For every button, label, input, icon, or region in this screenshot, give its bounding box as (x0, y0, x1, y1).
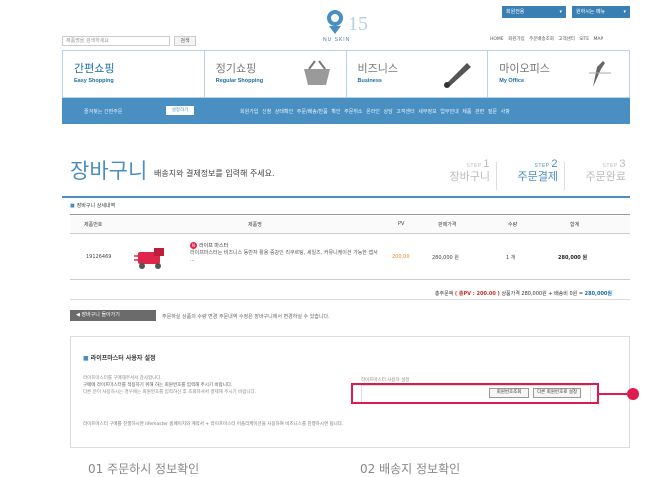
arrow-left-icon: ◀ (76, 312, 80, 318)
title-divider (62, 196, 630, 198)
col-header-total: 합계 (570, 222, 580, 228)
step-name: 장바구니 (449, 170, 490, 183)
col-header-price: 판매가격 (438, 222, 457, 228)
settings-footer: 라이프마스터 구매를 진행하시면 lifemaster 홈페이지와 계약서 + … (83, 422, 344, 427)
member-select-label: 회원전용 (506, 9, 525, 15)
menu-select[interactable]: 원하시는 메뉴 ▾ (572, 6, 630, 18)
settings-desc-line: 라이프마스터를 구매해주셔서 감사합니다. (83, 376, 162, 381)
table-row: 19126469 N 라이프 마스터 라이프마스터는 비즈니스 동반자 활용 증강… (70, 234, 630, 280)
summary-total: 280,000원 (584, 291, 612, 297)
pencil-icon (589, 61, 611, 87)
summary-price: 상품가격 280,000원 + 배송비 0원 = (501, 291, 584, 297)
search-button[interactable]: 검색 (174, 36, 196, 46)
menu-business[interactable]: 비즈니스 Business (347, 51, 489, 97)
chevron-down-icon: ▾ (623, 9, 626, 15)
quick-order-button[interactable]: 설정하기 (166, 106, 194, 115)
page-subtitle: 배송지와 결제정보를 입력해 주세요. (154, 169, 275, 178)
menu-label: 간편쇼핑 (74, 62, 115, 75)
col-header-pv: PV (398, 221, 405, 227)
basket-icon (303, 60, 330, 85)
menu-easy-shopping[interactable]: 간편쇼핑 Easy Shopping (63, 51, 205, 97)
step-2: STEP 2 주문결제 (498, 158, 558, 184)
section-label: ■ 장바구니 상세내역 (70, 202, 115, 209)
pen-icon (444, 63, 472, 88)
product-image[interactable] (130, 240, 172, 272)
bullet-icon: ■ (70, 203, 75, 209)
utility-links[interactable]: HOME 회원가입 주문배송조회 고객센터 SITE MAP (490, 36, 603, 42)
step-name: 주문결제 (517, 170, 558, 183)
logo-text: NU SKIN (323, 37, 351, 43)
highlight-box (351, 383, 599, 404)
settings-title-text: 라이프마스터 사용자 설정 (90, 355, 156, 362)
product-name-cell: N 라이프 마스터 라이프마스터는 비즈니스 동반자 활용 증강인 리쿠르팅, 세… (190, 242, 380, 264)
product-price: 280,000 원 (432, 255, 459, 261)
menu-my-office[interactable]: 마이오피스 My Office (488, 51, 629, 97)
product-code: 19126469 (86, 254, 112, 260)
menu-select-label: 원하시는 메뉴 (576, 9, 606, 15)
cart-table-header: 제품번호 제품명 PV 판매가격 수량 합계 (70, 214, 630, 234)
sub-nav: 즐겨찾는 간편주문 설정하기 회원가입 신청 상태확인 주문/배송/반품 확인 … (62, 98, 630, 124)
top-bar: 제품명을 검색하세요 검색 15 NU SKIN 회원전용 ▾ 원하시는 메뉴 … (0, 0, 654, 50)
col-header-qty: 수량 (508, 222, 518, 228)
step-divider (496, 162, 497, 190)
product-pv: 200.00 (392, 254, 410, 260)
settings-desc-line: 다른 분이 사용하시는 경우에는 회원번호를 입력하신 후 조회하셔서 결제해 … (83, 390, 257, 395)
chevron-down-icon: ▾ (559, 9, 562, 15)
new-badge: N (190, 242, 197, 249)
page-title: 장바구니 (70, 159, 148, 183)
summary-prefix: 총주문액 (434, 291, 454, 297)
bullet-icon: ■ (83, 355, 89, 362)
product-total: 280,000 원 (558, 255, 588, 261)
summary-text: 총주문액 ( 총PV : 200.00 ) 상품가격 280,000원 + 배송… (435, 290, 612, 297)
back-to-cart-button[interactable]: ◀ 장바구니 돌아가기 (70, 310, 156, 321)
col-header-name: 제품명 (248, 222, 262, 228)
sub-nav-links[interactable]: 회원가입 신청 상태확인 주문/배송/반품 확인 주문취소 온라인 상담 고객센… (240, 108, 510, 115)
back-note: 주문하실 상품의 수량 변경 주문내역 수정은 장바구니에서 변경하실 수 있습… (162, 314, 330, 320)
section-label-text: 장바구니 상세내역 (76, 203, 116, 209)
search-input[interactable]: 제품명을 검색하세요 (62, 36, 170, 46)
col-header-code: 제품번호 (84, 222, 103, 228)
settings-description: 라이프마스터를 구매해주셔서 감사합니다. 구매에 라이프마스터를 적용하기 위… (83, 375, 343, 396)
section-shipping-info: 02 배송지 정보확인 (360, 462, 461, 476)
summary-pv: ( 총PV : 200.00 ) (454, 291, 500, 297)
product-qty: 1 개 (506, 255, 516, 261)
order-steps: STEP 1 장바구니 STEP 2 주문결제 STEP 3 주문완료 (430, 158, 630, 194)
back-to-cart-label: 장바구니 돌아가기 (81, 312, 120, 318)
product-name[interactable]: 라이프 마스터 (199, 243, 228, 249)
step-name: 주문완료 (585, 170, 626, 183)
order-summary: 총주문액 ( 총PV : 200.00 ) 상품가격 280,000원 + 배송… (70, 286, 630, 300)
step-1: STEP 1 장바구니 (430, 158, 490, 184)
menu-regular-shopping[interactable]: 정기쇼핑 Regular Shopping (205, 51, 347, 97)
step-divider (564, 162, 565, 190)
main-menu: 간편쇼핑 Easy Shopping 정기쇼핑 Regular Shopping… (62, 50, 630, 98)
settings-desc-line: 구매에 라이프마스터를 적용하기 위해 하는 회원번호를 입력해 주시기 바랍니… (83, 383, 233, 388)
svg-text:15: 15 (348, 13, 368, 35)
menu-sublabel: Easy Shopping (74, 78, 114, 84)
quick-order-label: 즐겨찾는 간편주문 (84, 109, 123, 115)
highlight-marker (627, 388, 639, 400)
section-orderer-info: 01 주문하시 정보확인 (88, 462, 200, 476)
product-desc: 라이프마스터는 비즈니스 동반자 활용 증강인 리쿠르팅, 세일즈, 커뮤니케이… (190, 250, 378, 263)
member-select[interactable]: 회원전용 ▾ (502, 6, 566, 18)
settings-title: ■ 라이프마스터 사용자 설정 (83, 353, 156, 362)
step-3: STEP 3 주문완료 (566, 158, 626, 184)
